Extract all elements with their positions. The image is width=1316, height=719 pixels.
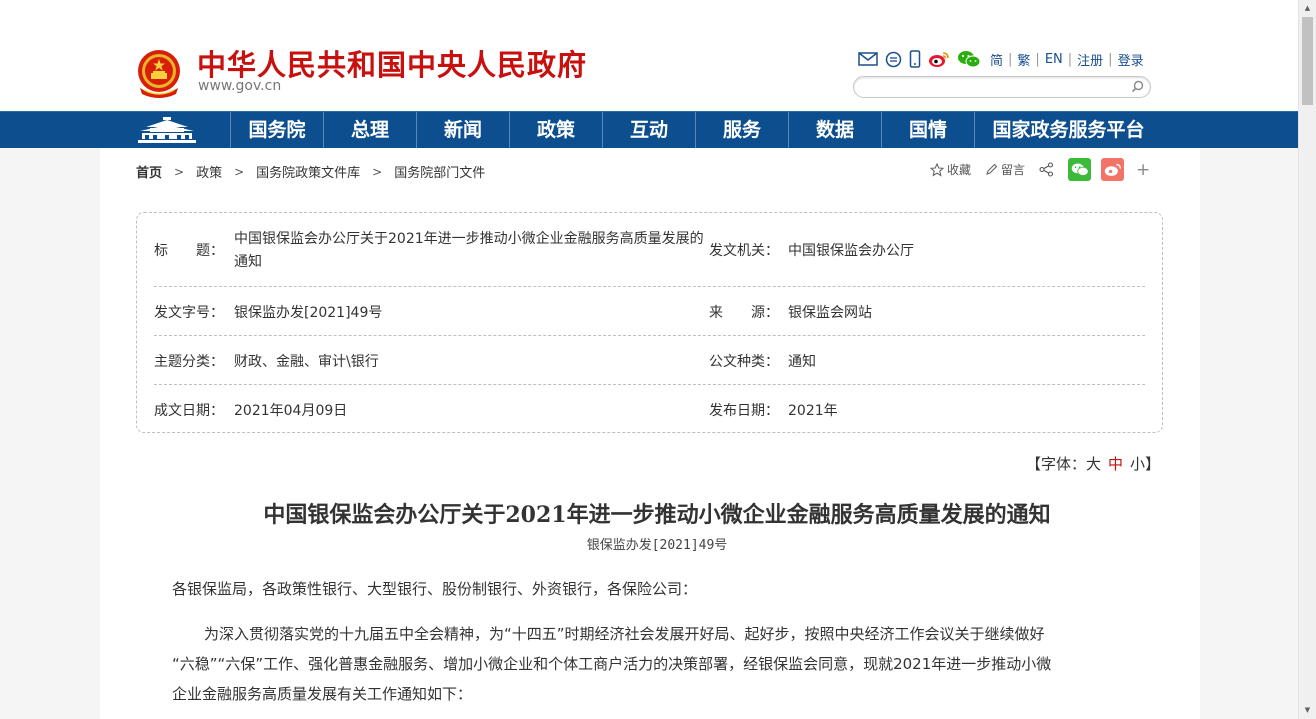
meta-row-date: 成文日期： 2021年04月09日 发布日期： 2021年	[154, 385, 1145, 433]
nav-item-national-conditions[interactable]: 国情	[881, 112, 974, 148]
more-share-button[interactable]: +	[1136, 160, 1150, 180]
source-value: 银保监会网站	[788, 305, 872, 321]
scroll-down-arrow-icon[interactable]: ▼	[1299, 702, 1316, 719]
meta-row-topic: 主题分类： 财政、金融、审计\银行 公文种类： 通知	[154, 336, 1145, 385]
written-date-value: 2021年04月09日	[234, 403, 348, 419]
weibo-icon	[1104, 163, 1121, 177]
breadcrumb: 首页 > 政策 > 国务院政策文件库 > 国务院部门文件	[136, 162, 485, 182]
chevron-right-icon: >	[234, 164, 245, 179]
lang-english-link[interactable]: EN	[1045, 52, 1063, 67]
document-number: 银保监办发[2021]49号	[586, 538, 728, 553]
topic-label: 主题分类：	[154, 354, 224, 370]
favorite-label: 收藏	[947, 163, 972, 177]
register-link[interactable]: 注册	[1077, 50, 1103, 69]
meta-row-doc-number: 发文字号： 银保监办发[2021]49号 来 源： 银保监会网站	[154, 287, 1145, 336]
title-value-line2: 通知	[234, 254, 262, 270]
document-paragraph-line: “六稳”“六保”工作、强化普惠金融服务、增加小微企业和个体工商户活力的决策部署，…	[172, 655, 1052, 673]
search-input[interactable]	[853, 76, 1151, 98]
font-size-control: 【字体：大中小】	[1026, 453, 1160, 474]
search-icon[interactable]	[1131, 80, 1144, 93]
title-value-line1: 中国银保监会办公厅关于2021年进一步推动小微企业金融服务高质量发展的	[234, 231, 704, 247]
mobile-icon[interactable]	[909, 50, 921, 68]
favorite-button[interactable]: 收藏	[930, 161, 971, 178]
vertical-scrollbar[interactable]: ▲ ▼	[1298, 0, 1316, 719]
doc-number-label: 发文字号：	[154, 305, 224, 321]
language-links: 简 | 繁 | EN | 注册 | 登录	[990, 50, 1144, 69]
chevron-right-icon: >	[372, 164, 383, 179]
main-nav: 国务院 总理 新闻 政策 互动 服务 数据 国情 国家政务服务平台	[0, 111, 1298, 148]
page-actions: 收藏 留言 +	[930, 158, 1150, 181]
national-emblem-icon[interactable]	[136, 48, 182, 98]
font-size-bracket: 】	[1145, 455, 1161, 473]
page-background-left	[0, 148, 100, 719]
document-metadata: 标 题： 中国银保监会办公厅关于2021年进一步推动小微企业金融服务高质量发展的…	[136, 212, 1163, 433]
nav-item-news[interactable]: 新闻	[416, 112, 509, 148]
star-icon	[930, 162, 944, 177]
chevron-right-icon: >	[174, 164, 185, 179]
pencil-icon	[986, 163, 998, 175]
issuer-value: 中国银保监会办公厅	[788, 243, 914, 259]
font-size-label: 【字体：	[1026, 455, 1087, 473]
tiananmen-logo-icon[interactable]	[136, 116, 198, 145]
document-title: 中国银保监会办公厅关于2021年进一步推动小微企业金融服务高质量发展的通知	[263, 502, 1051, 528]
title-label: 标 题：	[154, 243, 224, 259]
doc-type-label: 公文种类：	[709, 354, 779, 370]
site-header: 中华人民共和国中央人民政府 www.gov.cn 简 | 繁 | EN | 注册…	[0, 0, 1298, 111]
font-size-small-button[interactable]: 小	[1130, 455, 1145, 473]
comment-label: 留言	[1001, 163, 1026, 177]
document-paragraph-line: 为深入贯彻落实党的十九届五中全会精神，为“十四五”时期经济社会发展开好局、起好步…	[204, 625, 1045, 643]
doc-number-value: 银保监办发[2021]49号	[234, 305, 383, 321]
wechat-icon[interactable]	[957, 50, 981, 68]
breadcrumb-home[interactable]: 首页	[136, 162, 162, 181]
site-url[interactable]: www.gov.cn	[198, 78, 281, 94]
wechat-icon	[1071, 163, 1089, 176]
share-weibo-button[interactable]	[1101, 158, 1125, 181]
comment-button[interactable]: 留言	[985, 161, 1025, 178]
breadcrumb-department-docs[interactable]: 国务院部门文件	[394, 162, 485, 181]
share-wechat-button[interactable]	[1068, 158, 1092, 181]
meta-row-title: 标 题： 中国银保监会办公厅关于2021年进一步推动小微企业金融服务高质量发展的…	[154, 213, 1145, 287]
font-size-large-button[interactable]: 大	[1086, 455, 1101, 473]
page-background-right	[1200, 148, 1298, 719]
issuer-label: 发文机关：	[709, 243, 779, 259]
breadcrumb-policy[interactable]: 政策	[196, 162, 222, 181]
nav-item-premier[interactable]: 总理	[323, 112, 416, 148]
scroll-up-arrow-icon[interactable]: ▲	[1299, 0, 1316, 17]
scrollbar-thumb[interactable]	[1302, 17, 1313, 105]
mail-icon[interactable]	[858, 51, 878, 67]
nav-item-interaction[interactable]: 互动	[602, 112, 695, 148]
breadcrumb-policy-library[interactable]: 国务院政策文件库	[256, 162, 360, 181]
nav-item-gov-service-platform[interactable]: 国家政务服务平台	[974, 112, 1162, 148]
publish-date-label: 发布日期：	[709, 403, 779, 419]
nav-item-data[interactable]: 数据	[788, 112, 881, 148]
document-paragraph-line: 企业金融服务高质量发展有关工作通知如下：	[172, 685, 473, 703]
lang-traditional-link[interactable]: 繁	[1017, 50, 1030, 69]
nav-item-policy[interactable]: 政策	[509, 112, 602, 148]
font-size-medium-button[interactable]: 中	[1108, 455, 1123, 473]
nav-item-state-council[interactable]: 国务院	[230, 112, 323, 148]
message-icon[interactable]	[885, 51, 902, 68]
share-icon	[1039, 162, 1054, 177]
nav-item-services[interactable]: 服务	[695, 112, 788, 148]
publish-date-value: 2021年	[788, 403, 838, 419]
login-link[interactable]: 登录	[1118, 50, 1144, 69]
doc-type-value: 通知	[788, 354, 816, 370]
document-salutation: 各银保监局，各政策性银行、大型银行、股份制银行、外资银行，各保险公司：	[172, 580, 698, 598]
share-button[interactable]	[1039, 162, 1054, 177]
source-label: 来 源：	[709, 305, 779, 321]
lang-simplified-link[interactable]: 简	[990, 50, 1003, 69]
header-tools: 简 | 繁 | EN | 注册 | 登录	[858, 49, 1144, 69]
weibo-icon[interactable]	[928, 50, 950, 68]
written-date-label: 成文日期：	[154, 403, 224, 419]
nav-items: 国务院 总理 新闻 政策 互动 服务 数据 国情 国家政务服务平台	[230, 112, 1162, 148]
topic-value: 财政、金融、审计\银行	[234, 354, 379, 370]
